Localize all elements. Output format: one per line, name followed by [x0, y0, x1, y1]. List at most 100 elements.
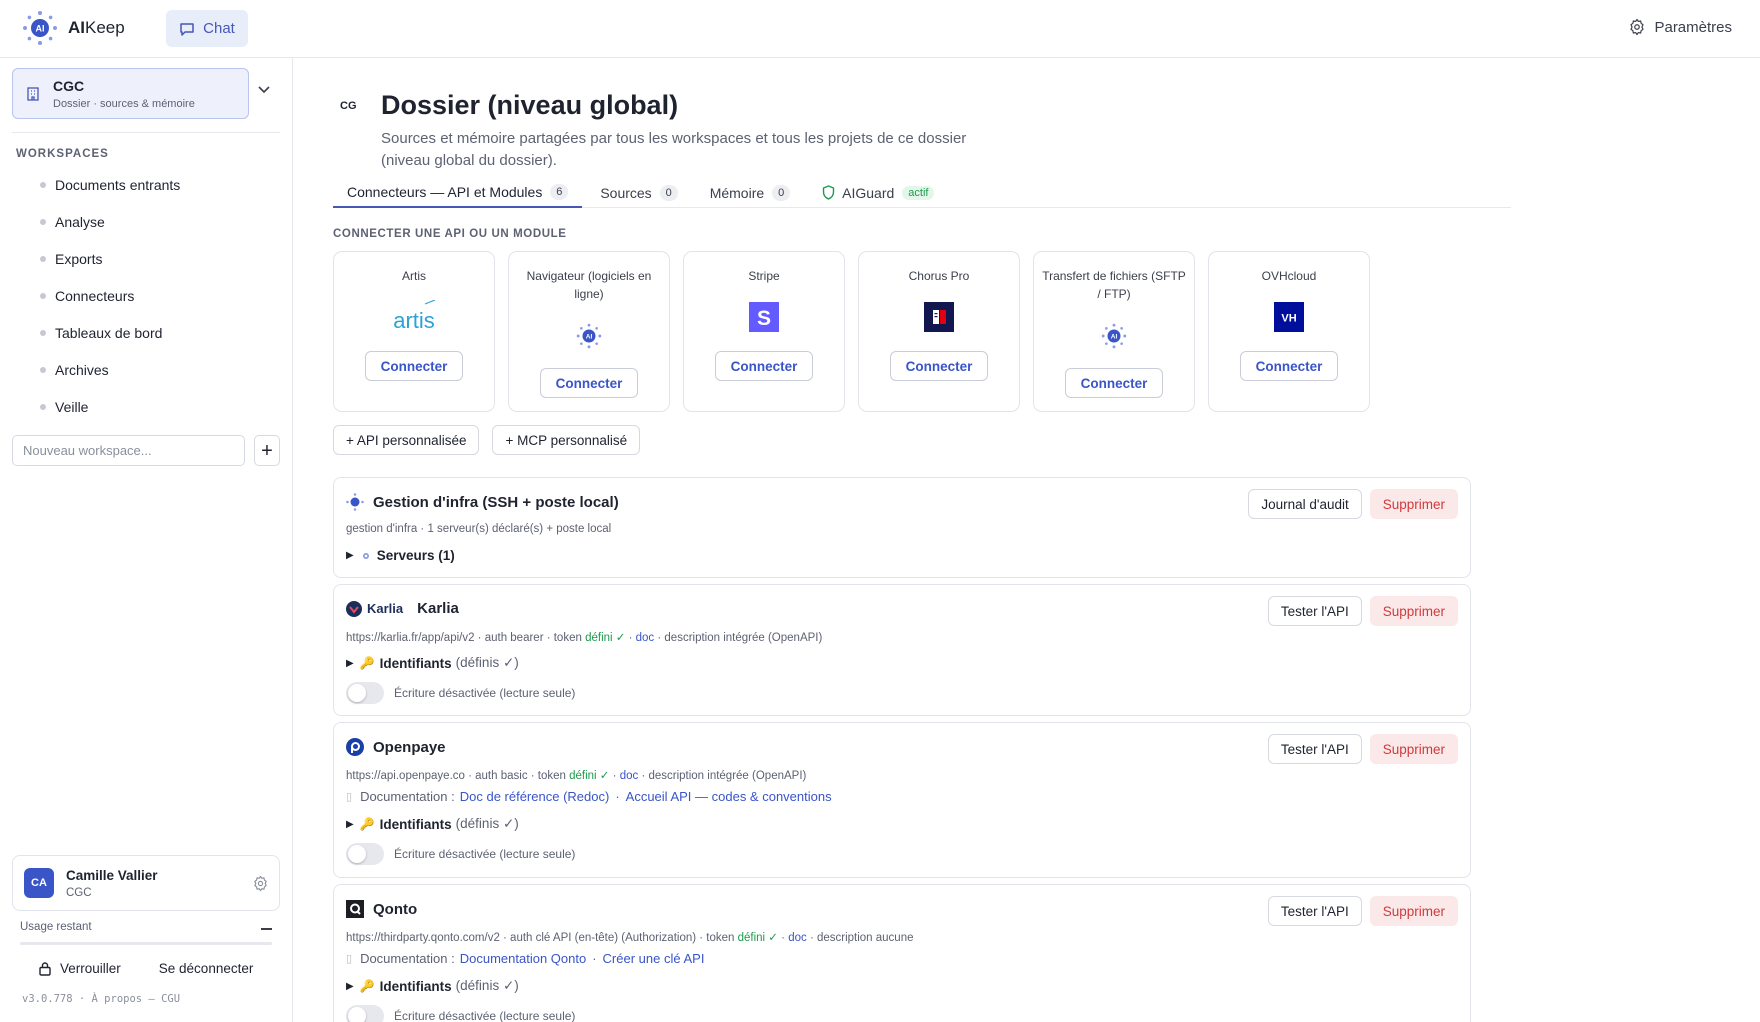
- custom-connectors: + API personnalisée + MCP personnalisé: [333, 425, 653, 455]
- write-toggle-row: Écriture désactivée (lecture seule): [346, 1005, 575, 1022]
- bullet-icon: [40, 292, 46, 299]
- user-card[interactable]: CA Camille Vallier CGC: [12, 855, 280, 911]
- bullet-icon: [40, 403, 46, 410]
- connect-button[interactable]: Connecter: [1240, 351, 1338, 381]
- aikeep-logo-icon: AI: [1034, 323, 1194, 349]
- karlia-brand-text: Karlia: [367, 601, 404, 616]
- openpaye-logo-icon: [346, 738, 364, 756]
- delete-button[interactable]: Supprimer: [1369, 596, 1458, 626]
- write-toggle[interactable]: [346, 843, 384, 865]
- module-card-ovhcloud: OVHcloud VH Connecter: [1208, 251, 1370, 412]
- module-name: Navigateur (logiciels en ligne): [526, 269, 652, 301]
- audit-log-button[interactable]: Journal d'audit: [1248, 489, 1362, 519]
- karlia-logo-icon: [346, 600, 362, 617]
- folder-badge: CG: [340, 100, 357, 112]
- connector-meta: https://karlia.fr/app/api/v2 · auth bear…: [346, 632, 823, 644]
- doc-link-home[interactable]: Accueil API — codes & conventions: [626, 789, 832, 804]
- usage-label: Usage restant: [20, 921, 92, 933]
- connector-card-openpaye: Openpaye https://api.openpaye.co · auth …: [333, 722, 1471, 878]
- folder-selector[interactable]: CGC Dossier · sources & mémoire: [12, 68, 249, 119]
- doc-link-reference[interactable]: Doc de référence (Redoc): [460, 789, 610, 804]
- svg-text:artis: artis: [393, 308, 435, 333]
- connector-card-karlia: Karlia Karlia https://karlia.fr/app/api/…: [333, 584, 1471, 716]
- avatar: CA: [24, 868, 54, 898]
- module-card-browser: Navigateur (logiciels en ligne) AI Conne…: [508, 251, 670, 412]
- workspace-item[interactable]: Veille: [24, 388, 180, 425]
- delete-button[interactable]: Supprimer: [1369, 734, 1458, 764]
- brand[interactable]: AI AIKeep: [22, 10, 125, 46]
- credentials-expander[interactable]: ▶ 🔑 Identifiants (définis ✓): [346, 655, 519, 671]
- version-text[interactable]: v3.0.778 · À propos — CGU: [22, 993, 180, 1005]
- module-grid: Artis artis Connecter Navigateur (logici…: [333, 251, 1383, 412]
- connect-button[interactable]: Connecter: [1065, 368, 1163, 398]
- gear-icon[interactable]: [252, 875, 269, 892]
- document-icon: ▯: [346, 791, 353, 803]
- folder-name: CGC: [53, 77, 85, 94]
- document-icon: ▯: [346, 953, 353, 965]
- connect-button[interactable]: Connecter: [890, 351, 988, 381]
- module-card-chorus-pro: Chorus Pro Connecter: [858, 251, 1020, 412]
- svg-text:AI: AI: [36, 24, 45, 34]
- delete-button[interactable]: Supprimer: [1369, 489, 1458, 519]
- doc-link[interactable]: doc: [788, 932, 807, 944]
- tab-sources[interactable]: Sources 0: [586, 178, 691, 207]
- custom-api-button[interactable]: + API personnalisée: [333, 425, 480, 455]
- custom-mcp-button[interactable]: + MCP personnalisé: [492, 425, 641, 455]
- chat-tab[interactable]: Chat: [166, 10, 248, 47]
- chorus-logo-icon: [859, 302, 1019, 332]
- connector-card-qonto: Qonto https://thirdparty.qonto.com/v2 · …: [333, 884, 1471, 1022]
- doc-link[interactable]: doc: [636, 632, 655, 644]
- tab-aiguard[interactable]: AIGuard actif: [808, 178, 948, 207]
- workspace-item[interactable]: Archives: [24, 351, 180, 388]
- workspace-item[interactable]: Tableaux de bord: [24, 314, 180, 351]
- server-gear-icon: [362, 552, 369, 559]
- write-toggle[interactable]: [346, 1005, 384, 1022]
- connect-button[interactable]: Connecter: [540, 368, 638, 398]
- lock-button[interactable]: Verrouiller: [38, 961, 121, 976]
- lock-icon: [39, 962, 51, 976]
- bullet-icon: [40, 255, 46, 262]
- credentials-expander[interactable]: ▶ 🔑 Identifiants (définis ✓): [346, 816, 519, 832]
- stripe-logo-icon: S: [684, 302, 844, 332]
- logout-button[interactable]: Se déconnecter: [159, 961, 254, 976]
- add-workspace-button[interactable]: +: [254, 435, 280, 466]
- usage-bar: [20, 942, 272, 945]
- connector-meta: gestion d'infra · 1 serveur(s) déclaré(s…: [346, 523, 612, 535]
- account-actions: Verrouiller Se déconnecter: [38, 961, 253, 976]
- test-api-button[interactable]: Tester l'API: [1267, 896, 1362, 926]
- divider: [12, 132, 280, 133]
- status-badge: actif: [902, 185, 935, 200]
- test-api-button[interactable]: Tester l'API: [1267, 734, 1362, 764]
- chevron-down-icon[interactable]: [258, 86, 270, 94]
- connector-title: Qonto: [373, 900, 418, 918]
- tab-memory[interactable]: Mémoire 0: [696, 178, 804, 207]
- credentials-expander[interactable]: ▶ 🔑 Identifiants (définis ✓): [346, 978, 519, 994]
- delete-button[interactable]: Supprimer: [1369, 896, 1458, 926]
- workspace-item[interactable]: Connecteurs: [24, 277, 180, 314]
- page-description: Sources et mémoire partagées par tous le…: [381, 130, 967, 169]
- caret-right-icon: ▶: [346, 818, 354, 830]
- servers-expander[interactable]: ▶ Serveurs (1): [346, 548, 455, 563]
- write-toggle-row: Écriture désactivée (lecture seule): [346, 682, 575, 704]
- doc-link-create-key[interactable]: Créer une clé API: [603, 951, 705, 966]
- caret-right-icon: ▶: [346, 980, 354, 992]
- doc-link[interactable]: doc: [620, 770, 639, 782]
- settings-button[interactable]: Paramètres: [1628, 18, 1732, 36]
- test-api-button[interactable]: Tester l'API: [1267, 596, 1362, 626]
- connector-meta: https://thirdparty.qonto.com/v2 · auth c…: [346, 932, 914, 944]
- tab-connectors[interactable]: Connecteurs — API et Modules 6: [333, 178, 583, 208]
- user-org: CGC: [66, 886, 92, 899]
- tab-bar: Connecteurs — API et Modules 6 Sources 0 M…: [333, 178, 1511, 208]
- connect-button[interactable]: Connecter: [365, 351, 463, 381]
- write-toggle[interactable]: [346, 682, 384, 704]
- new-workspace-input[interactable]: [12, 435, 245, 466]
- artis-logo-icon: artis: [334, 300, 494, 334]
- connect-button[interactable]: Connecter: [715, 351, 813, 381]
- key-icon: 🔑: [359, 817, 375, 831]
- building-icon: [27, 86, 39, 101]
- doc-link-qonto[interactable]: Documentation Qonto: [460, 951, 586, 966]
- workspace-item[interactable]: Analyse: [24, 203, 180, 240]
- workspace-item[interactable]: Documents entrants: [24, 166, 180, 203]
- workspace-item[interactable]: Exports: [24, 240, 180, 277]
- collapse-icon[interactable]: [261, 928, 272, 930]
